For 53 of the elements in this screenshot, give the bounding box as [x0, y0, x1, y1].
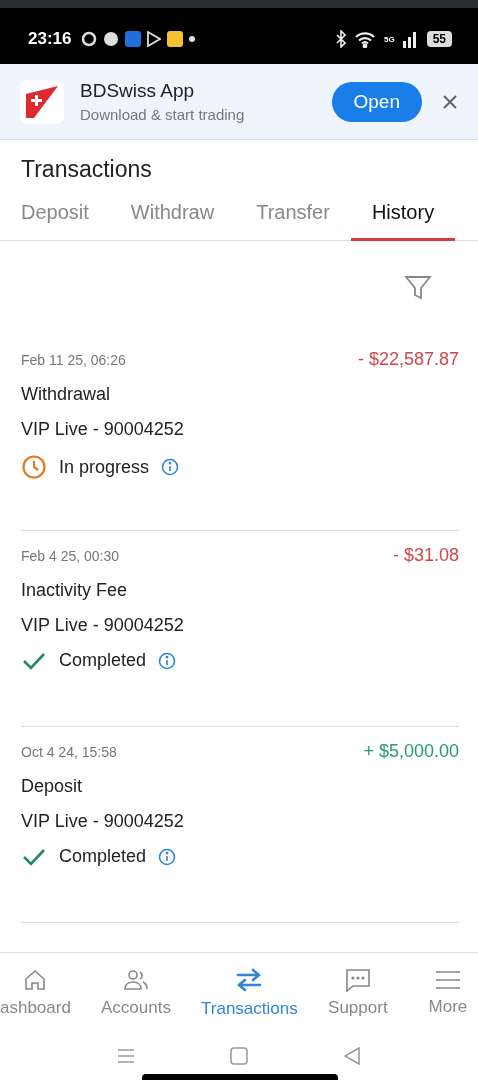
home-icon: [23, 968, 48, 992]
home-button-icon[interactable]: [230, 1047, 248, 1065]
people-icon: [121, 968, 150, 992]
tab[interactable]: Deposit: [0, 191, 110, 241]
signal-icon: [402, 30, 419, 48]
dot-icon: [189, 36, 196, 42]
menu-icon[interactable]: [117, 1048, 135, 1064]
banner-subtitle: Download & start trading: [80, 106, 246, 123]
nav-item[interactable]: Transactions: [201, 967, 298, 1019]
battery-level: 55: [426, 31, 452, 47]
banner-title: BDSwiss App: [80, 80, 196, 102]
transaction-type: Inactivity Fee: [21, 580, 129, 601]
transaction-date: Oct 4 24, 15:58: [21, 743, 117, 760]
nav-item[interactable]: More: [417, 969, 478, 1017]
menu-icon: [434, 969, 461, 991]
nav-item[interactable]: ashboard: [0, 968, 71, 1018]
chat-icon: [344, 968, 371, 992]
app-icon: [167, 31, 184, 47]
info-icon[interactable]: [158, 651, 177, 670]
info-icon[interactable]: [158, 847, 177, 866]
nav-item[interactable]: Support: [327, 968, 388, 1018]
tab[interactable]: Withdraw: [109, 191, 236, 241]
tab[interactable]: History: [350, 191, 456, 241]
account-name: VIP Live - 90004252: [21, 419, 185, 440]
nav-item[interactable]: Accounts: [101, 968, 171, 1018]
transaction-amount: - $22,587.87: [357, 349, 459, 370]
account-name: VIP Live - 90004252: [21, 811, 185, 832]
transaction-amount: - $31.08: [392, 545, 459, 566]
transaction-type: Deposit: [21, 776, 84, 797]
transaction-type: Withdrawal: [21, 384, 112, 405]
clock-icon: [21, 454, 47, 480]
close-icon[interactable]: [442, 93, 458, 110]
info-icon[interactable]: [161, 458, 180, 476]
transaction-amount: + $5,000.00: [363, 741, 459, 762]
page-title: Transactions: [20, 155, 153, 184]
account-name: VIP Live - 90004252: [21, 615, 185, 636]
network-type: 5G: [383, 34, 395, 44]
ring-icon: [81, 31, 98, 47]
transaction-date: Feb 4 25, 00:30: [21, 547, 120, 564]
filter-icon[interactable]: [404, 274, 432, 302]
bluetooth-icon: [335, 30, 346, 48]
open-button[interactable]: Open: [331, 81, 422, 122]
transaction-status: Completed: [59, 846, 147, 867]
swap-arrows-icon: [235, 967, 264, 993]
app-icon: [125, 31, 142, 47]
status-time: 23:16: [28, 29, 72, 49]
tab[interactable]: Transfer: [235, 191, 351, 241]
transaction-date: Feb 11 25, 06:26: [21, 351, 126, 368]
transaction-status: Completed: [59, 650, 147, 671]
play-icon: [147, 31, 162, 47]
back-icon[interactable]: [343, 1047, 361, 1065]
transaction-status: In progress: [59, 456, 150, 478]
wifi-icon: [353, 30, 376, 48]
